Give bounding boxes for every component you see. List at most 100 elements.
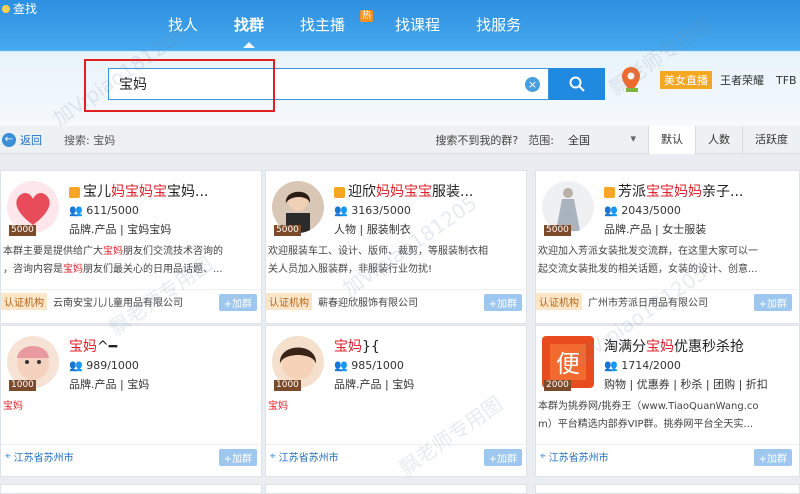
member-count: 👥 3163/5000 (334, 204, 411, 217)
nav-find-course[interactable]: 找课程 (377, 13, 458, 41)
group-description: 欢迎服装车工、设计、版师、裁剪，等服装制衣相 关人员加入服装群，非服装行业勿扰! (268, 246, 488, 275)
nav-find-streamer[interactable]: 找主播热 (282, 10, 377, 41)
group-card[interactable] (535, 484, 800, 494)
group-card[interactable]: 5000 迎欣妈妈宝宝服装... 👥 3163/5000 人物 | 服装制衣 欢… (265, 170, 528, 324)
search-icon (569, 76, 585, 92)
live-badge[interactable]: 美女直播 (660, 71, 712, 89)
join-group-button[interactable]: +加群 (218, 449, 257, 466)
back-button[interactable]: ← 返回 (2, 132, 42, 148)
tab-activity[interactable]: 活跃度 (742, 125, 800, 154)
certified-badge: 认证机构 (536, 293, 582, 310)
location-icon: ⌖ (540, 451, 546, 462)
join-group-button[interactable]: +加群 (753, 294, 792, 311)
join-group-button[interactable]: +加群 (753, 449, 792, 466)
group-name: 宝妈}{ (334, 339, 380, 355)
member-count: 👥 2043/5000 (604, 204, 681, 217)
verified-icon (604, 186, 615, 198)
main-nav: 找人 找群 找主播热 找课程 找服务 (150, 10, 539, 48)
join-group-button[interactable]: +加群 (218, 294, 257, 311)
range-select[interactable]: 全国 ▾ (568, 132, 640, 148)
capacity-badge: 5000 (544, 225, 571, 236)
card-footer: 认证机构 广州市芳派日用品有限公司 +加群 (536, 289, 798, 313)
certified-badge: 认证机构 (1, 293, 47, 310)
group-tags: 品牌.产品 | 宝妈宝妈 (69, 223, 172, 236)
search-summary: 搜索: 宝妈 (64, 133, 116, 147)
join-group-button[interactable]: +加群 (483, 294, 522, 311)
group-description: 本群主要是提供给广大宝妈朋友们交流技术咨询的 ，咨询内容是宝妈朋友们最关心的日用品… (3, 246, 223, 275)
group-card[interactable] (0, 484, 262, 494)
tab-members[interactable]: 人数 (695, 125, 742, 154)
organization-name: 蕲春迎欣服饰有限公司 (318, 298, 418, 309)
group-card[interactable]: 便 2000 淘满分宝妈优惠秒杀抢 👥 1714/2000 购物 | 优惠券 |… (535, 325, 800, 477)
group-location: 江苏省苏州市 (278, 453, 339, 464)
group-location: 江苏省苏州市 (13, 453, 74, 464)
highlight-annotation-box (84, 59, 275, 112)
clear-icon[interactable]: × (525, 77, 540, 92)
right-tools: 美女直播 王者荣耀 TFB (620, 66, 797, 94)
group-description: 宝妈 (3, 401, 23, 412)
chevron-down-icon: ▾ (630, 131, 636, 145)
range-label: 范围: (528, 133, 554, 147)
group-name: 淘满分宝妈优惠秒杀抢 (604, 339, 744, 355)
capacity-badge: 1000 (9, 380, 36, 391)
group-tags: 购物 | 优惠券 | 秒杀 | 团购 | 折扣 (604, 378, 768, 391)
group-tags: 品牌.产品 | 宝妈 (334, 378, 415, 391)
group-description: 宝妈 (268, 401, 288, 412)
svg-text:便: 便 (556, 350, 580, 378)
certified-badge: 认证机构 (266, 293, 312, 310)
location-icon: ⌖ (270, 451, 276, 462)
card-footer: ⌖ 江苏省苏州市 +加群 (1, 444, 263, 468)
capacity-badge: 2000 (544, 380, 571, 391)
group-name: 宝妈^━ (69, 339, 118, 355)
group-card[interactable]: 5000 芳派宝宝妈妈亲子... 👥 2043/5000 品牌.产品 | 女士服… (535, 170, 800, 324)
group-name: 迎欣妈妈宝宝服装... (334, 181, 473, 201)
group-description: 欢迎加入芳派女装批发交流群，在这里大家可以一 起交流女装批发的相关话题，女装的设计… (538, 246, 758, 275)
verified-icon (69, 186, 80, 198)
member-count: 👥 989/1000 (69, 359, 139, 372)
capacity-badge: 5000 (9, 225, 36, 236)
group-description: 本群为挑券网/挑券王（www.TiaoQuanWang.co m）平台精选内部券V… (538, 401, 759, 430)
group-tags: 人物 | 服装制衣 (334, 223, 411, 236)
filter-bar: ← 返回 搜索: 宝妈 搜索不到我的群? 范围: 全国 ▾ 默认 人数 活跃度 (0, 125, 800, 154)
not-found-link[interactable]: 搜索不到我的群? (435, 132, 518, 148)
card-footer: 认证机构 蕲春迎欣服饰有限公司 +加群 (266, 289, 528, 313)
members-icon: 👥 (604, 204, 618, 217)
location-pin-icon[interactable] (620, 66, 642, 94)
members-icon: 👥 (69, 359, 83, 372)
members-icon: 👥 (604, 359, 618, 372)
hot-badge: 热 (360, 10, 374, 22)
organization-name: 广州市芳派日用品有限公司 (588, 298, 708, 309)
verified-icon (334, 186, 345, 198)
group-card[interactable]: 1000 宝妈}{ 👥 985/1000 品牌.产品 | 宝妈 宝妈 ⌖ 江苏省苏… (265, 325, 528, 477)
members-icon: 👥 (69, 204, 83, 217)
card-footer: ⌖ 江苏省苏州市 +加群 (536, 444, 798, 468)
card-footer: 认证机构 云南安宝儿儿童用品有限公司 +加群 (1, 289, 263, 313)
member-count: 👥 985/1000 (334, 359, 404, 372)
group-name: 宝儿妈宝妈宝宝妈... (69, 181, 208, 201)
organization-name: 云南安宝儿儿童用品有限公司 (53, 298, 183, 309)
nav-find-people[interactable]: 找人 (150, 13, 216, 41)
hot-tag-1[interactable]: 王者荣耀 (720, 72, 764, 88)
join-group-button[interactable]: +加群 (483, 449, 522, 466)
range-value: 全国 (568, 133, 590, 147)
members-icon: 👥 (334, 359, 348, 372)
tab-default[interactable]: 默认 (648, 125, 695, 154)
members-icon: 👥 (334, 204, 348, 217)
window-title: 查找 (13, 2, 38, 16)
member-count: 👥 1714/2000 (604, 359, 681, 372)
group-tags: 品牌.产品 | 宝妈 (69, 378, 150, 391)
member-count: 👥 611/5000 (69, 204, 139, 217)
card-footer: ⌖ 江苏省苏州市 +加群 (266, 444, 528, 468)
group-card[interactable]: 1000 宝妈^━ 👥 989/1000 品牌.产品 | 宝妈 宝妈 ⌖ 江苏省苏… (0, 325, 263, 477)
group-card[interactable] (265, 484, 527, 494)
search-button[interactable] (549, 68, 605, 100)
capacity-badge: 1000 (274, 380, 301, 391)
location-icon: ⌖ (5, 451, 11, 462)
nav-find-service[interactable]: 找服务 (458, 13, 539, 41)
nav-find-group[interactable]: 找群 (216, 13, 282, 48)
group-location: 江苏省苏州市 (548, 453, 609, 464)
hot-tag-2[interactable]: TFB (776, 74, 797, 87)
group-card[interactable]: 5000 宝儿妈宝妈宝宝妈... 👥 611/5000 品牌.产品 | 宝妈宝妈… (0, 170, 263, 324)
capacity-badge: 5000 (274, 225, 301, 236)
group-tags: 品牌.产品 | 女士服装 (604, 223, 707, 236)
